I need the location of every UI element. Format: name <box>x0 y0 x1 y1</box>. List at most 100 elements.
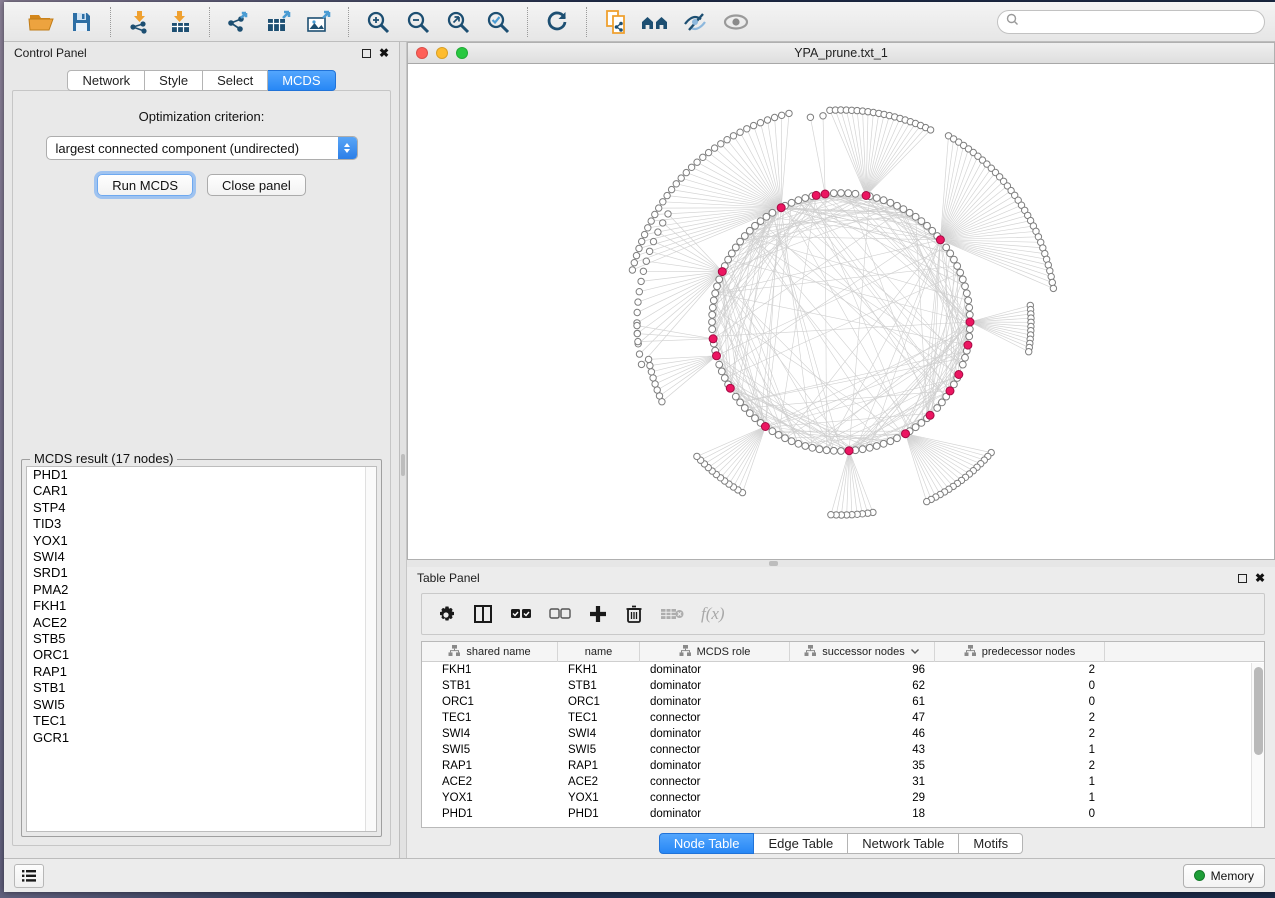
float-panel-icon[interactable] <box>362 49 371 58</box>
panel-list-button[interactable] <box>14 864 44 888</box>
leaf-nodes[interactable] <box>629 107 1056 518</box>
horizontal-splitter[interactable] <box>407 560 1275 567</box>
mcds-result-item[interactable]: TID3 <box>27 516 376 532</box>
save-icon[interactable] <box>64 7 98 37</box>
cell-MCDS-role[interactable]: connector <box>640 790 790 806</box>
cell-name[interactable]: YOX1 <box>558 790 640 806</box>
cell-MCDS-role[interactable]: dominator <box>640 726 790 742</box>
cell-shared-name[interactable]: ORC1 <box>422 694 558 710</box>
cell-predecessor-nodes[interactable]: 2 <box>935 662 1105 678</box>
table-row[interactable]: TEC1TEC1connector472 <box>422 710 1264 726</box>
vertical-splitter[interactable] <box>400 42 407 858</box>
table-row[interactable]: ACE2ACE2connector311 <box>422 774 1264 790</box>
tab-node-table[interactable]: Node Table <box>659 833 755 854</box>
column-header-shared-name[interactable]: shared name <box>422 642 558 662</box>
cell-predecessor-nodes[interactable]: 2 <box>935 726 1105 742</box>
table-row[interactable]: SWI5SWI5connector431 <box>422 742 1264 758</box>
column-icon[interactable] <box>473 604 493 624</box>
run-mcds-button[interactable]: Run MCDS <box>97 174 193 196</box>
table-row[interactable]: STB1STB1dominator620 <box>422 678 1264 694</box>
add-icon[interactable] <box>588 604 608 624</box>
tab-style[interactable]: Style <box>145 70 203 91</box>
hide-selected-icon[interactable] <box>679 7 713 37</box>
cell-MCDS-role[interactable]: connector <box>640 774 790 790</box>
column-header-MCDS-role[interactable]: MCDS role <box>640 642 790 662</box>
column-header-name[interactable]: name <box>558 642 640 662</box>
mcds-result-item[interactable]: PHD1 <box>27 467 376 483</box>
mcds-result-item[interactable]: STB5 <box>27 631 376 647</box>
cell-name[interactable]: STB1 <box>558 678 640 694</box>
cell-successor-nodes[interactable]: 18 <box>790 806 935 822</box>
mcds-result-item[interactable]: TEC1 <box>27 713 376 729</box>
cell-successor-nodes[interactable]: 31 <box>790 774 935 790</box>
cell-MCDS-role[interactable]: dominator <box>640 678 790 694</box>
tab-motifs[interactable]: Motifs <box>959 833 1023 854</box>
select-all-icon[interactable] <box>510 607 532 621</box>
table-row[interactable]: YOX1YOX1connector291 <box>422 790 1264 806</box>
cell-successor-nodes[interactable]: 62 <box>790 678 935 694</box>
refresh-icon[interactable] <box>540 7 574 37</box>
tab-network[interactable]: Network <box>67 70 145 91</box>
cell-shared-name[interactable]: TEC1 <box>422 710 558 726</box>
mcds-result-item[interactable]: ORC1 <box>27 647 376 663</box>
cell-shared-name[interactable]: SWI4 <box>422 726 558 742</box>
mcds-result-item[interactable]: RAP1 <box>27 664 376 680</box>
cell-name[interactable]: FKH1 <box>558 662 640 678</box>
cell-shared-name[interactable]: FKH1 <box>422 662 558 678</box>
cell-shared-name[interactable]: ACE2 <box>422 774 558 790</box>
cell-predecessor-nodes[interactable]: 2 <box>935 710 1105 726</box>
search-box[interactable] <box>997 10 1265 34</box>
cell-MCDS-role[interactable]: connector <box>640 710 790 726</box>
show-all-icon[interactable] <box>719 7 753 37</box>
export-network-icon[interactable] <box>222 7 256 37</box>
cell-predecessor-nodes[interactable]: 2 <box>935 758 1105 774</box>
import-network-icon[interactable] <box>123 7 157 37</box>
cell-name[interactable]: SWI4 <box>558 726 640 742</box>
cell-shared-name[interactable]: RAP1 <box>422 758 558 774</box>
mcds-result-list[interactable]: PHD1CAR1STP4TID3YOX1SWI4SRD1PMA2FKH1ACE2… <box>26 466 377 832</box>
new-network-from-selection-icon[interactable] <box>599 7 633 37</box>
cell-predecessor-nodes[interactable]: 1 <box>935 742 1105 758</box>
network-graph[interactable] <box>408 64 1275 560</box>
close-panel-icon[interactable]: ✖ <box>1255 572 1265 584</box>
cell-shared-name[interactable]: SWI5 <box>422 742 558 758</box>
zoom-selected-icon[interactable] <box>481 7 515 37</box>
cell-name[interactable]: PHD1 <box>558 806 640 822</box>
gear-icon[interactable] <box>436 604 456 624</box>
table-scrollbar[interactable] <box>1251 663 1264 827</box>
mcds-result-item[interactable]: YOX1 <box>27 533 376 549</box>
table-row[interactable]: FKH1FKH1dominator962 <box>422 662 1264 678</box>
cell-shared-name[interactable]: PHD1 <box>422 806 558 822</box>
tab-select[interactable]: Select <box>203 70 268 91</box>
zoom-out-icon[interactable] <box>401 7 435 37</box>
mcds-result-item[interactable]: CAR1 <box>27 483 376 499</box>
optimization-criterion-select[interactable]: largest connected component (undirected) <box>46 136 358 160</box>
cell-name[interactable]: ACE2 <box>558 774 640 790</box>
cell-predecessor-nodes[interactable]: 0 <box>935 678 1105 694</box>
mcds-result-item[interactable]: SWI4 <box>27 549 376 565</box>
cell-successor-nodes[interactable]: 46 <box>790 726 935 742</box>
tab-mcds[interactable]: MCDS <box>268 70 335 91</box>
mcds-result-item[interactable]: SWI5 <box>27 697 376 713</box>
cell-successor-nodes[interactable]: 61 <box>790 694 935 710</box>
cell-name[interactable]: TEC1 <box>558 710 640 726</box>
tab-edge-table[interactable]: Edge Table <box>754 833 848 854</box>
mcds-result-item[interactable]: STB1 <box>27 680 376 696</box>
float-panel-icon[interactable] <box>1238 574 1247 583</box>
export-table-icon[interactable] <box>262 7 296 37</box>
cell-predecessor-nodes[interactable]: 0 <box>935 806 1105 822</box>
column-header-predecessor-nodes[interactable]: predecessor nodes <box>935 642 1105 662</box>
zoom-in-icon[interactable] <box>361 7 395 37</box>
mcds-result-item[interactable]: PMA2 <box>27 582 376 598</box>
cell-MCDS-role[interactable]: dominator <box>640 662 790 678</box>
mcds-result-item[interactable]: SRD1 <box>27 565 376 581</box>
column-header-successor-nodes[interactable]: successor nodes <box>790 642 935 662</box>
cell-MCDS-role[interactable]: dominator <box>640 758 790 774</box>
close-panel-button[interactable]: Close panel <box>207 174 306 196</box>
mcds-result-item[interactable]: FKH1 <box>27 598 376 614</box>
mcds-result-item[interactable]: ACE2 <box>27 615 376 631</box>
close-panel-icon[interactable]: ✖ <box>379 47 389 59</box>
cell-shared-name[interactable]: STB1 <box>422 678 558 694</box>
cell-predecessor-nodes[interactable]: 0 <box>935 694 1105 710</box>
table-row[interactable]: PHD1PHD1dominator180 <box>422 806 1264 822</box>
